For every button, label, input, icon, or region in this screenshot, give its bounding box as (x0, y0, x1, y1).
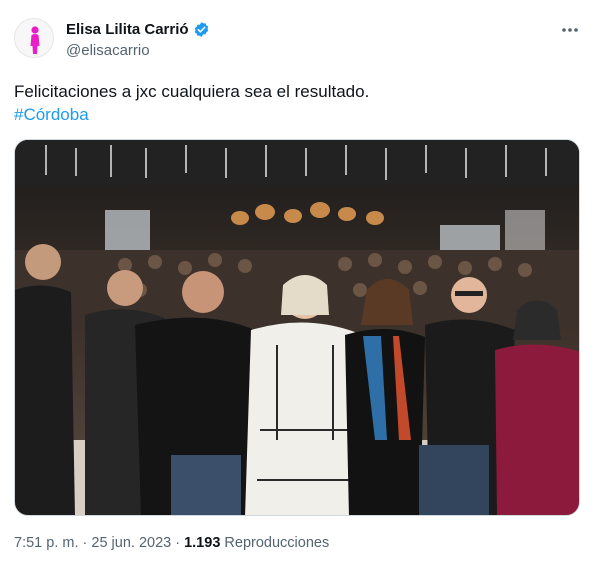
tweet-time[interactable]: 7:51 p. m. (14, 535, 78, 551)
author-display-name[interactable]: Elisa Lilita Carrió (66, 21, 189, 38)
verified-badge-icon[interactable] (193, 21, 210, 38)
photo-icon (15, 140, 579, 515)
tweet-photo[interactable] (14, 139, 580, 516)
meta-separator: · (171, 535, 185, 551)
person-silhouette-icon (30, 26, 40, 54)
tweet-text: Felicitaciones a jxc cualquiera sea el r… (14, 82, 370, 101)
more-dots-icon (562, 28, 578, 32)
meta-separator: · (78, 535, 92, 551)
hashtag-link[interactable]: #Córdoba (14, 103, 89, 126)
author-avatar[interactable] (14, 18, 54, 58)
author-handle[interactable]: @elisacarrio (66, 42, 150, 59)
author-name-row: Elisa Lilita Carrió (66, 21, 210, 38)
views-count: 1.193 (184, 535, 221, 551)
tweet-meta: 7:51 p. m. · 25 jun. 2023 · 1.193 Reprod… (14, 535, 329, 551)
tweet-card: Elisa Lilita Carrió @elisacarrio Felicit… (0, 0, 600, 573)
views-label: Reproducciones (220, 535, 330, 551)
more-options-button[interactable] (556, 18, 584, 42)
tweet-date[interactable]: 25 jun. 2023 (91, 535, 171, 551)
